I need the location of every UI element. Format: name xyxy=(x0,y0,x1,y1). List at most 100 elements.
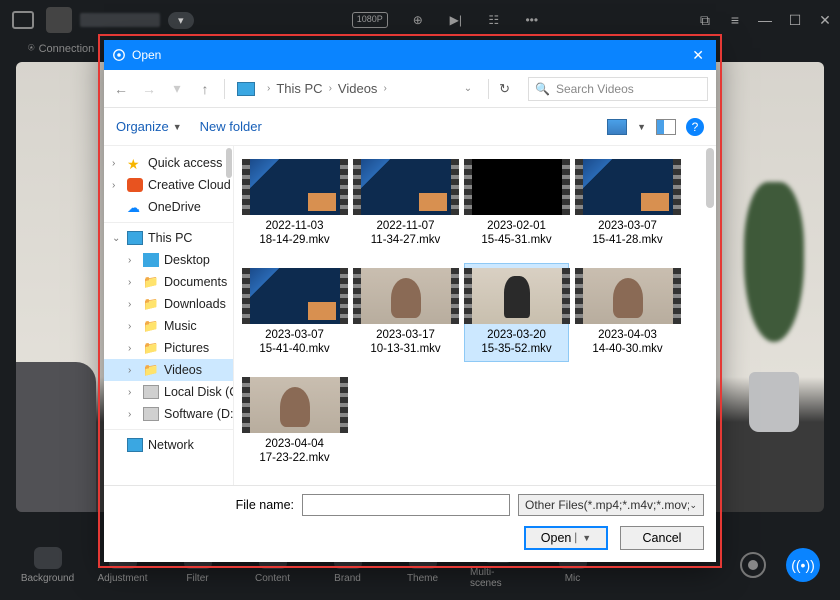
file-name-line1: 2022-11-03 xyxy=(266,219,324,233)
folder-tree[interactable]: ›★Quick access›Creative Cloud Files☁OneD… xyxy=(104,146,234,485)
view-mode-button[interactable] xyxy=(607,119,627,135)
file-item[interactable]: 2023-04-0314-40-30.mkv xyxy=(575,263,680,362)
tree-item-software-d-[interactable]: ›Software (D:) xyxy=(104,403,233,425)
tree-twisty-icon[interactable]: › xyxy=(128,365,138,376)
dropdown-pill[interactable]: ▾ xyxy=(168,12,194,29)
nav-recent-button[interactable]: ▾ xyxy=(168,80,186,97)
new-folder-button[interactable]: New folder xyxy=(200,119,262,134)
minimize-button[interactable]: — xyxy=(758,13,772,27)
chevron-right-icon[interactable]: › xyxy=(329,83,332,94)
file-name-line1: 2023-03-07 xyxy=(598,219,657,233)
tree-twisty-icon[interactable]: ⌄ xyxy=(112,233,122,244)
file-name-line2: 15-45-31.mkv xyxy=(481,233,551,247)
more-icon[interactable]: ••• xyxy=(524,12,540,28)
tree-label: Desktop xyxy=(164,253,210,267)
file-name-line1: 2023-03-17 xyxy=(376,328,435,342)
breadcrumb-videos[interactable]: Videos xyxy=(338,81,378,96)
filename-input[interactable] xyxy=(302,494,510,516)
view-dropdown[interactable]: ▼ xyxy=(637,122,646,132)
preview-pane-button[interactable] xyxy=(656,119,676,135)
host-titlebar: ▾ 1080P ⊕ ▶| ☷ ••• ⧉ ≡ — ☐ ✕ xyxy=(0,0,840,40)
tree-item-pictures[interactable]: ›📁Pictures xyxy=(104,337,233,359)
tree-twisty-icon[interactable]: › xyxy=(112,180,122,191)
help-button[interactable]: ? xyxy=(686,118,704,136)
resolution-badge[interactable]: 1080P xyxy=(352,12,388,28)
nav-up-button[interactable]: ↑ xyxy=(196,81,214,97)
webcam-icon xyxy=(12,11,34,29)
menu-icon[interactable]: ≡ xyxy=(728,13,742,27)
popout-icon[interactable]: ⧉ xyxy=(698,13,712,27)
skip-icon[interactable]: ▶| xyxy=(448,12,464,28)
file-thumbnail xyxy=(242,377,348,433)
tree-twisty-icon[interactable]: › xyxy=(128,321,138,332)
tree-twisty-icon[interactable]: › xyxy=(112,158,122,169)
file-name-line2: 14-40-30.mkv xyxy=(592,342,662,356)
search-input[interactable]: 🔍 Search Videos xyxy=(528,77,708,101)
dialog-close-button[interactable]: ✕ xyxy=(688,47,708,64)
tree-item-documents[interactable]: ›📁Documents xyxy=(104,271,233,293)
tree-twisty-icon[interactable]: › xyxy=(128,299,138,310)
refresh-button[interactable]: ↻ xyxy=(499,81,510,97)
file-thumbnail xyxy=(575,159,681,215)
tree-twisty-icon[interactable]: › xyxy=(128,255,138,266)
tree-item-network[interactable]: Network xyxy=(104,434,233,456)
file-item[interactable]: 2023-03-1710-13-31.mkv xyxy=(353,263,458,362)
tree-item-downloads[interactable]: ›📁Downloads xyxy=(104,293,233,315)
file-name-line1: 2022-11-07 xyxy=(377,219,435,233)
file-item[interactable]: 2023-04-0417-23-22.mkv xyxy=(242,372,347,471)
filetype-select[interactable]: Other Files(*.mp4;*.m4v;*.mov;⌄ xyxy=(518,494,704,516)
tree-label: This PC xyxy=(148,231,192,245)
tree-item-quick-access[interactable]: ›★Quick access xyxy=(104,152,233,174)
nav-forward-button: → xyxy=(140,81,158,97)
layout-icon[interactable]: ☷ xyxy=(486,12,502,28)
cancel-button[interactable]: Cancel xyxy=(620,526,704,550)
tree-twisty-icon[interactable]: › xyxy=(128,387,138,398)
tool-background[interactable]: Background xyxy=(20,547,75,584)
tree-item-desktop[interactable]: › Desktop xyxy=(104,249,233,271)
file-name-line2: 10-13-31.mkv xyxy=(370,342,440,356)
tree-item-videos[interactable]: ›📁Videos xyxy=(104,359,233,381)
file-thumbnail xyxy=(464,159,570,215)
tree-item-this-pc[interactable]: ⌄ This PC xyxy=(104,227,233,249)
breadcrumb-this-pc[interactable]: This PC xyxy=(276,81,322,96)
tree-item-onedrive[interactable]: ☁OneDrive xyxy=(104,196,233,218)
file-name-line2: 17-23-22.mkv xyxy=(259,451,329,465)
chevron-right-icon[interactable]: › xyxy=(267,83,270,94)
file-item[interactable]: 2023-03-2015-35-52.mkv xyxy=(464,263,569,362)
broadcast-button[interactable]: ((•)) xyxy=(786,548,820,582)
path-dropdown[interactable]: ⌄ xyxy=(464,83,472,94)
file-item[interactable]: 2023-03-0715-41-40.mkv xyxy=(242,263,347,362)
tree-label: Music xyxy=(164,319,197,333)
file-item[interactable]: 2023-03-0715-41-28.mkv xyxy=(575,154,680,253)
file-pane[interactable]: 2022-11-0318-14-29.mkv2022-11-0711-34-27… xyxy=(234,146,716,485)
tree-label: Quick access xyxy=(148,156,222,170)
open-button[interactable]: Open▏▼ xyxy=(524,526,608,550)
file-name-line2: 18-14-29.mkv xyxy=(259,233,329,247)
tree-item-creative-cloud-files[interactable]: ›Creative Cloud Files xyxy=(104,174,233,196)
file-name-line1: 2023-02-01 xyxy=(487,219,546,233)
dialog-toolbar: Organize▼ New folder ▼ ? xyxy=(104,108,716,146)
dialog-navbar: ← → ▾ ↑ › This PC › Videos › ⌄ ↻ 🔍 Searc… xyxy=(104,70,716,108)
file-item[interactable]: 2022-11-0318-14-29.mkv xyxy=(242,154,347,253)
maximize-button[interactable]: ☐ xyxy=(788,13,802,27)
tree-twisty-icon[interactable]: › xyxy=(128,409,138,420)
tree-twisty-icon[interactable]: › xyxy=(128,277,138,288)
chevron-right-icon[interactable]: › xyxy=(383,83,386,94)
file-item[interactable]: 2022-11-0711-34-27.mkv xyxy=(353,154,458,253)
file-name-line1: 2023-03-07 xyxy=(265,328,324,342)
file-name-line2: 11-34-27.mkv xyxy=(371,233,440,247)
tree-twisty-icon[interactable]: › xyxy=(128,343,138,354)
file-item[interactable]: 2023-02-0115-45-31.mkv xyxy=(464,154,569,253)
open-split-icon[interactable]: ▏▼ xyxy=(575,533,591,544)
organize-menu[interactable]: Organize▼ xyxy=(116,119,182,134)
scrollbar[interactable] xyxy=(706,148,714,208)
add-icon[interactable]: ⊕ xyxy=(410,12,426,28)
file-thumbnail xyxy=(353,268,459,324)
scrollbar[interactable] xyxy=(226,148,232,178)
tree-item-music[interactable]: ›📁Music xyxy=(104,315,233,337)
tree-label: Downloads xyxy=(164,297,226,311)
nav-back-button[interactable]: ← xyxy=(112,81,130,97)
tree-item-local-disk-c-[interactable]: ›Local Disk (C:) xyxy=(104,381,233,403)
record-button[interactable] xyxy=(740,552,766,578)
close-button[interactable]: ✕ xyxy=(818,13,832,27)
